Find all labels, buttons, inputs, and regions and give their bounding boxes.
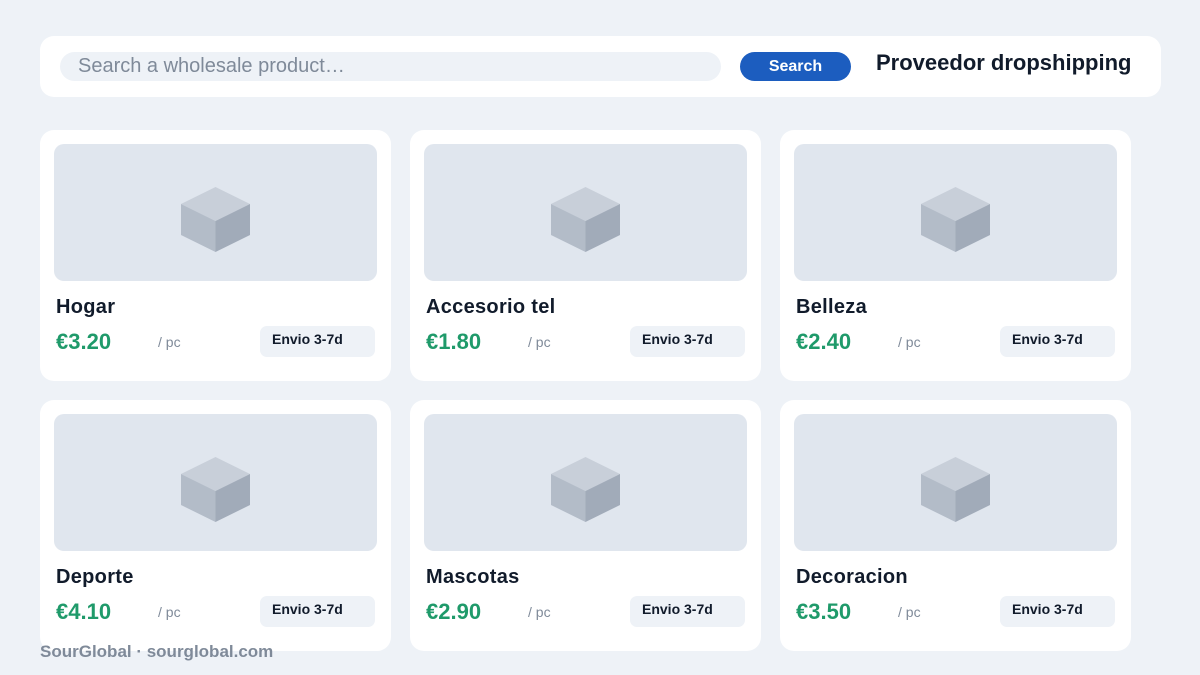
product-image bbox=[54, 414, 377, 551]
shipping-badge: Envio 3-7d bbox=[260, 596, 375, 627]
price-unit: / pc bbox=[158, 604, 181, 620]
product-name: Mascotas bbox=[426, 566, 520, 588]
shipping-badge: Envio 3-7d bbox=[1000, 596, 1115, 627]
product-card[interactable]: Decoracion €3.50 / pc Envio 3-7d bbox=[780, 400, 1131, 651]
product-card[interactable]: Mascotas €2.90 / pc Envio 3-7d bbox=[410, 400, 761, 651]
price-unit: / pc bbox=[898, 334, 921, 350]
box-icon bbox=[181, 457, 250, 522]
product-image bbox=[54, 144, 377, 281]
product-name: Hogar bbox=[56, 296, 116, 318]
search-button[interactable]: Search bbox=[740, 52, 851, 81]
footer-credit: SourGlobal · sourglobal.com bbox=[40, 642, 274, 661]
box-icon bbox=[181, 187, 250, 252]
product-grid: Hogar €3.20 / pc Envio 3-7d Accesorio te… bbox=[40, 130, 1131, 651]
price-unit: / pc bbox=[528, 334, 551, 350]
product-card[interactable]: Accesorio tel €1.80 / pc Envio 3-7d bbox=[410, 130, 761, 381]
product-price: €3.50 bbox=[796, 599, 852, 624]
search-bar: Search Proveedor dropshipping bbox=[40, 36, 1161, 97]
product-image bbox=[424, 144, 747, 281]
product-name: Belleza bbox=[796, 296, 868, 318]
product-name: Decoracion bbox=[796, 566, 908, 588]
shipping-badge: Envio 3-7d bbox=[630, 326, 745, 357]
product-card[interactable]: Deporte €4.10 / pc Envio 3-7d bbox=[40, 400, 391, 651]
search-input[interactable] bbox=[60, 52, 721, 81]
product-card[interactable]: Belleza €2.40 / pc Envio 3-7d bbox=[780, 130, 1131, 381]
price-unit: / pc bbox=[898, 604, 921, 620]
box-icon bbox=[921, 187, 990, 252]
product-price: €4.10 bbox=[56, 599, 112, 624]
price-unit: / pc bbox=[158, 334, 181, 350]
shipping-badge: Envio 3-7d bbox=[630, 596, 745, 627]
product-name: Deporte bbox=[56, 566, 134, 588]
shipping-badge: Envio 3-7d bbox=[1000, 326, 1115, 357]
shipping-badge: Envio 3-7d bbox=[260, 326, 375, 357]
product-price: €2.90 bbox=[426, 599, 482, 624]
product-card[interactable]: Hogar €3.20 / pc Envio 3-7d bbox=[40, 130, 391, 381]
box-icon bbox=[551, 187, 620, 252]
product-price: €1.80 bbox=[426, 329, 482, 354]
product-price: €2.40 bbox=[796, 329, 852, 354]
box-icon bbox=[551, 457, 620, 522]
page: Search Proveedor dropshipping Hogar €3.2… bbox=[0, 0, 1200, 675]
product-price: €3.20 bbox=[56, 329, 112, 354]
product-image bbox=[794, 144, 1117, 281]
box-icon bbox=[921, 457, 990, 522]
page-title: Proveedor dropshipping bbox=[876, 50, 1132, 75]
price-unit: / pc bbox=[528, 604, 551, 620]
product-name: Accesorio tel bbox=[426, 296, 556, 318]
product-image bbox=[424, 414, 747, 551]
product-image bbox=[794, 414, 1117, 551]
